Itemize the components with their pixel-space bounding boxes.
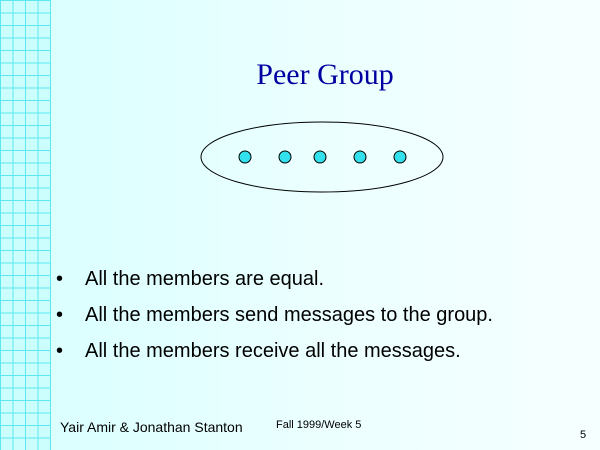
group-member-1 <box>238 150 252 164</box>
slide-title: Peer Group <box>256 58 394 91</box>
bullet-item: • All the members send messages to the gr… <box>56 297 493 333</box>
group-member-3 <box>313 150 327 164</box>
group-member-5 <box>393 150 407 164</box>
bullet-dot: • <box>56 304 64 326</box>
bullet-list: • All the members are equal. • All the mem… <box>56 261 493 369</box>
bullet-text: All the members receive all the messages… <box>85 340 461 362</box>
bullet-item: • All the members are equal. <box>56 261 493 297</box>
bullet-item: • All the members receive all the message… <box>56 333 493 369</box>
bullet-dot: • <box>56 340 64 362</box>
footer-author: Yair Amir & Jonathan Stanton <box>60 419 243 435</box>
group-member-2 <box>278 150 292 164</box>
bullet-dot: • <box>56 268 64 290</box>
bullet-text: All the members are equal. <box>85 268 325 290</box>
bullet-text: All the members send messages to the gro… <box>85 304 493 326</box>
footer-date: Fall 1999/Week 5 <box>276 419 362 431</box>
slide: Peer Group • All the members are equal. •… <box>0 0 600 450</box>
group-member-4 <box>353 150 367 164</box>
peer-group-diagram <box>200 121 444 193</box>
page-number: 5 <box>580 429 587 441</box>
